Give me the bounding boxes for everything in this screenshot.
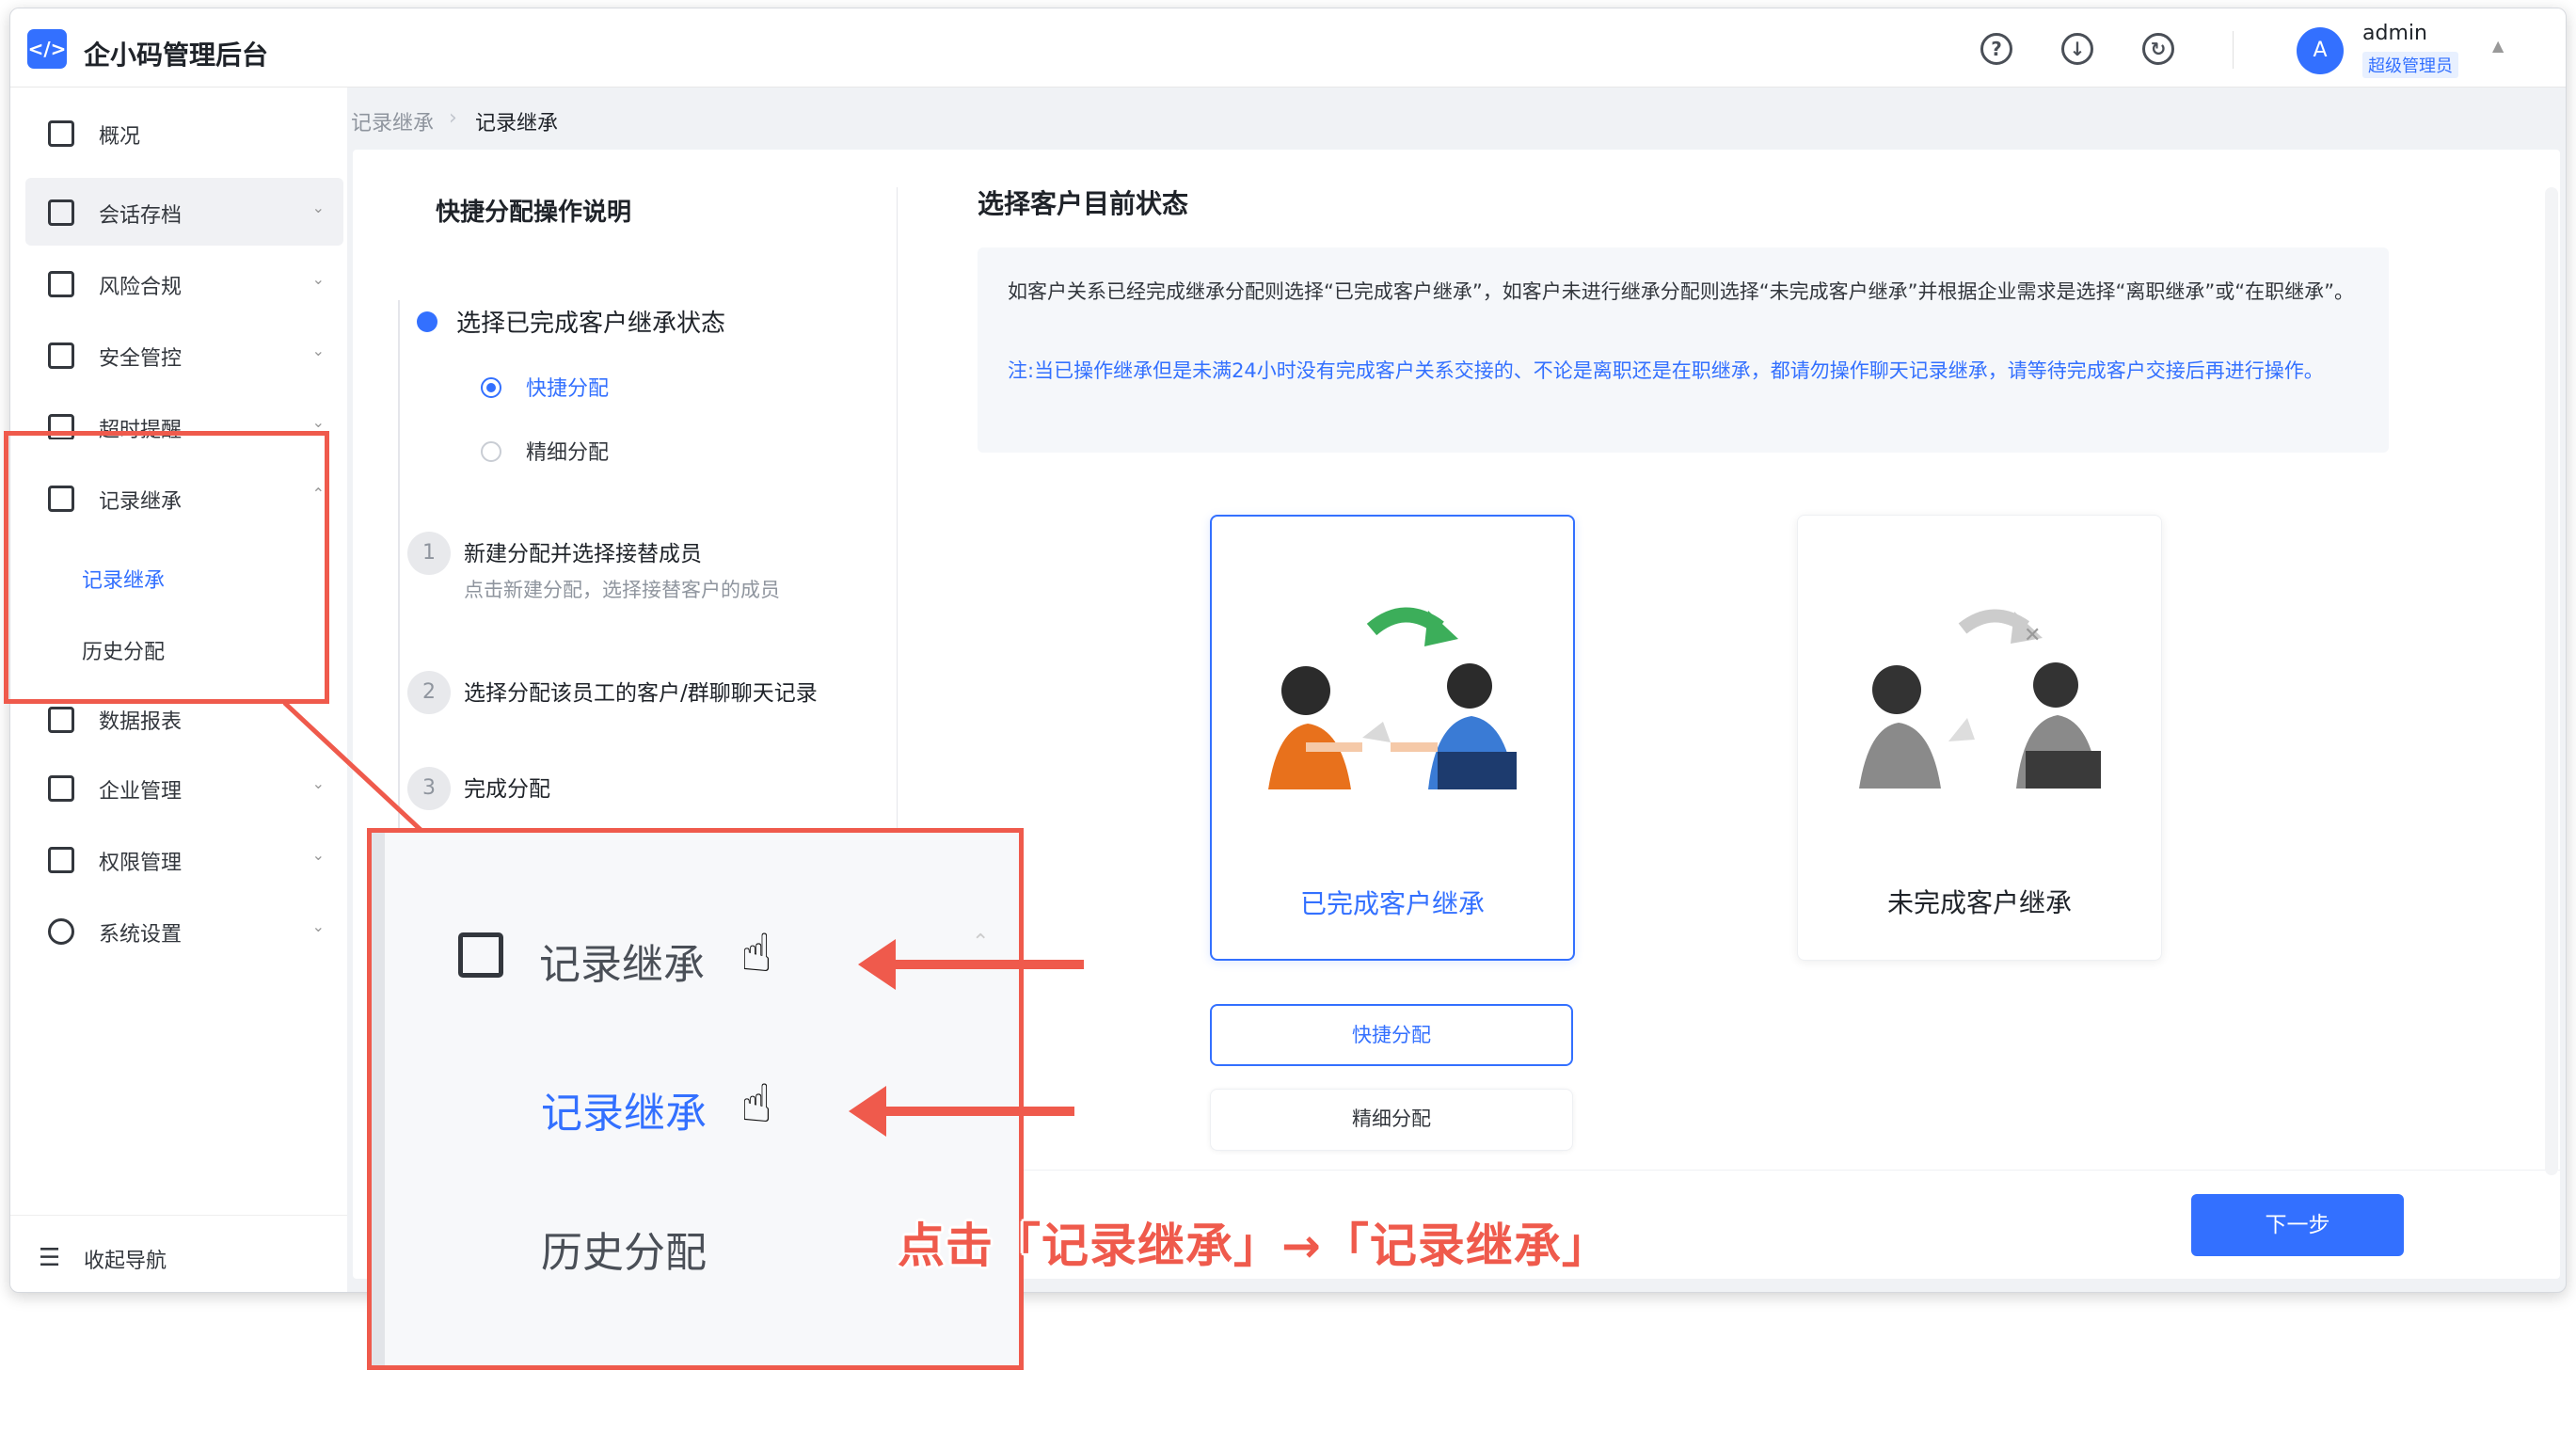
- breadcrumb-separator: ›: [449, 106, 457, 130]
- chevron-down-icon: ⌄: [311, 774, 325, 792]
- handover-illustration-icon: [1268, 607, 1517, 789]
- sidebar-item-overview[interactable]: 概况: [25, 99, 343, 167]
- step-desc: 点击新建分配，选择接替客户的成员: [464, 579, 780, 601]
- sidebar-item-label: 数据报表: [99, 710, 183, 734]
- notice-text: 如客户关系已经完成继承分配则选择“已完成客户继承”，如客户未进行继承分配则选择“…: [1008, 280, 2355, 303]
- folder-icon: [48, 199, 74, 226]
- step-label: 新建分配并选择接替成员: [464, 542, 702, 566]
- step-number: 3: [407, 767, 451, 810]
- chevron-down-icon: ⌄: [311, 199, 325, 216]
- sidebar-item-label: 风险合规: [99, 276, 183, 299]
- cloud-download-icon[interactable]: ↓: [2061, 33, 2093, 65]
- step-label: 完成分配: [464, 777, 550, 802]
- sidebar-item-security[interactable]: 安全管控 ⌄: [25, 321, 343, 389]
- sidebar-item-label: 安全管控: [99, 347, 183, 371]
- alert-doc-icon: [48, 271, 74, 297]
- sidebar-item-permission[interactable]: 权限管理 ⌄: [25, 825, 343, 893]
- sidebar-item-enterprise[interactable]: 企业管理 ⌄: [25, 754, 343, 821]
- step-label: 选择分配该员工的客户/群聊聊天记录: [464, 681, 818, 706]
- sidebar-item-label: 系统设置: [99, 923, 183, 947]
- collapse-nav-label: 收起导航: [84, 1250, 167, 1273]
- annotation-zoom-panel: 记录继承 ⌃ ☝ 记录继承 ☝ 历史分配: [367, 828, 1024, 1370]
- sidebar-item-label: 企业管理: [99, 780, 183, 804]
- annotation-callout: 点击「记录继承」→「记录继承」: [898, 1219, 1610, 1273]
- refresh-icon[interactable]: ↻: [2142, 33, 2174, 65]
- quick-allocation-button[interactable]: 快捷分配: [1210, 1004, 1573, 1066]
- notice-warning: 注:当已操作继承但是未满24小时没有完成客户关系交接的、不论是离职还是在职继承，…: [1008, 359, 2324, 382]
- collapse-menu-icon: ☰: [39, 1244, 61, 1272]
- handover-failed-illustration-icon: ✕: [1859, 609, 2101, 789]
- sidebar-item-session-archive[interactable]: 会话存档 ⌄: [25, 178, 343, 246]
- app-title: 企小码管理后台: [84, 40, 269, 71]
- zoom-submenu-record-inherit: 记录继承: [541, 1090, 707, 1138]
- chevron-down-icon: ⌄: [311, 917, 325, 935]
- radio-fine-allocation[interactable]: [481, 441, 501, 462]
- help-icon[interactable]: ?: [1980, 33, 2012, 65]
- chevron-up-icon[interactable]: ▲: [2492, 37, 2504, 55]
- step-number: 1: [407, 532, 451, 575]
- avatar[interactable]: A: [2297, 27, 2344, 74]
- sidebar-item-system-settings[interactable]: 系统设置 ⌄: [25, 897, 343, 964]
- step-active-dot: [417, 311, 437, 332]
- chevron-down-icon: ⌄: [311, 342, 325, 359]
- breadcrumb-parent[interactable]: 记录继承: [351, 106, 434, 136]
- option-completed-inheritance[interactable]: 已完成客户继承: [1210, 515, 1575, 961]
- permission-icon: [48, 847, 74, 873]
- annotation-arrow-left: [858, 939, 1084, 990]
- zoom-submenu-history: 历史分配: [541, 1229, 707, 1277]
- building-icon: [48, 120, 74, 147]
- fine-allocation-button[interactable]: 精细分配: [1210, 1089, 1573, 1151]
- collapse-nav-button[interactable]: ☰ 收起导航: [10, 1215, 347, 1292]
- annotation-highlight-box: [4, 431, 329, 704]
- hand-cursor-icon: ☝: [740, 1074, 773, 1135]
- sidebar-item-label: 会话存档: [99, 204, 183, 228]
- header-divider: [2233, 31, 2234, 69]
- option-label: 未完成客户继承: [1886, 887, 2072, 918]
- record-inherit-icon: [458, 932, 503, 978]
- zoom-menu-record-inherit: 记录继承: [539, 941, 705, 989]
- option-label: 已完成客户继承: [1299, 888, 1485, 919]
- option-incomplete-inheritance[interactable]: ✕ 未完成客户继承: [1797, 515, 2162, 961]
- top-header: </> 企小码管理后台 ? ↓ ↻ A admin 超级管理员 ▲: [10, 8, 2566, 88]
- sidebar-item-risk-compliance[interactable]: 风险合规 ⌄: [25, 249, 343, 317]
- sidebar-item-label: 权限管理: [99, 852, 183, 875]
- footer-divider: [898, 1170, 2560, 1171]
- sidebar-item-label: 概况: [99, 125, 141, 149]
- zoom-left-bar: [372, 833, 385, 1365]
- radio-quick-allocation[interactable]: [481, 377, 501, 398]
- radio-quick-allocation-label[interactable]: 快捷分配: [526, 372, 609, 402]
- annotation-arrow-left: [849, 1086, 1074, 1137]
- content-scrollbar[interactable]: [2545, 187, 2558, 1175]
- chevron-up-icon: ⌃: [972, 931, 990, 954]
- next-step-button[interactable]: 下一步: [2191, 1194, 2404, 1256]
- breadcrumb-current: 记录继承: [475, 112, 559, 135]
- column-divider: [897, 187, 898, 902]
- hand-cursor-icon: ☝: [740, 923, 773, 984]
- user-name[interactable]: admin: [2362, 22, 2427, 45]
- step-main-label: 选择已完成客户继承状态: [456, 310, 726, 338]
- chevron-down-icon: ⌄: [311, 413, 325, 431]
- app-logo-icon: </>: [27, 29, 67, 69]
- chart-icon: [48, 707, 74, 733]
- chevron-down-icon: ⌄: [311, 846, 325, 864]
- step-number: 2: [407, 671, 451, 714]
- sidebar-item-data-report[interactable]: 数据报表: [25, 699, 343, 746]
- shield-check-icon: [48, 343, 74, 369]
- user-role-badge: 超级管理员: [2362, 52, 2458, 78]
- settings-icon: [48, 918, 74, 945]
- notice-box: 如客户关系已经完成继承分配则选择“已完成客户继承”，如客户未进行继承分配则选择“…: [978, 247, 2389, 453]
- radio-fine-allocation-label[interactable]: 精细分配: [526, 436, 609, 466]
- org-icon: [48, 775, 74, 802]
- steps-title: 快捷分配操作说明: [436, 199, 632, 227]
- chevron-down-icon: ⌄: [311, 270, 325, 288]
- svg-text:✕: ✕: [2024, 624, 2041, 647]
- selection-title: 选择客户目前状态: [978, 188, 1189, 219]
